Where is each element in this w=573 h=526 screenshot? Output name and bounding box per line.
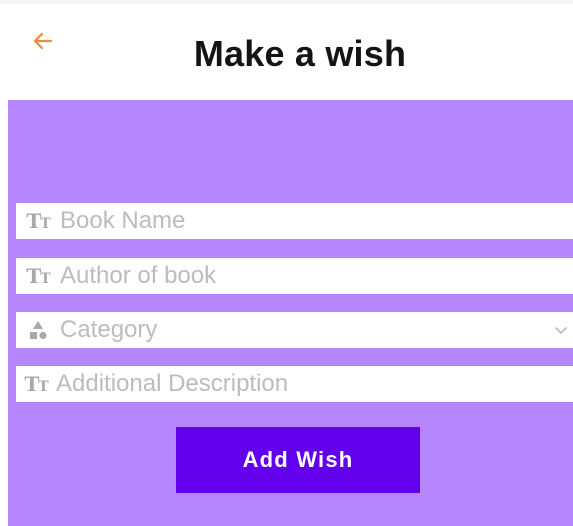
description-field[interactable]: TT Additional Description (16, 366, 573, 402)
author-placeholder: Author of book (60, 262, 217, 289)
book-name-field[interactable]: TT Book Name (16, 203, 573, 239)
description-placeholder: Additional Description (56, 370, 289, 397)
add-wish-button[interactable]: Add Wish (176, 427, 420, 493)
page-title: Make a wish (193, 33, 407, 74)
text-format-icon: TT (24, 372, 48, 396)
category-dropdown[interactable]: Category (16, 312, 573, 348)
status-divider (0, 0, 573, 4)
text-format-icon: TT (26, 264, 50, 288)
make-a-wish-screen: Make a wish TT Book Name TT Author of bo… (0, 0, 573, 526)
book-name-placeholder: Book Name (60, 207, 186, 234)
wish-form: TT Book Name TT Author of book Category (8, 100, 573, 526)
author-field[interactable]: TT Author of book (16, 258, 573, 294)
category-placeholder: Category (60, 316, 158, 343)
chevron-down-icon[interactable] (553, 322, 569, 338)
category-shapes-icon (16, 312, 60, 348)
text-format-icon: TT (26, 209, 50, 233)
